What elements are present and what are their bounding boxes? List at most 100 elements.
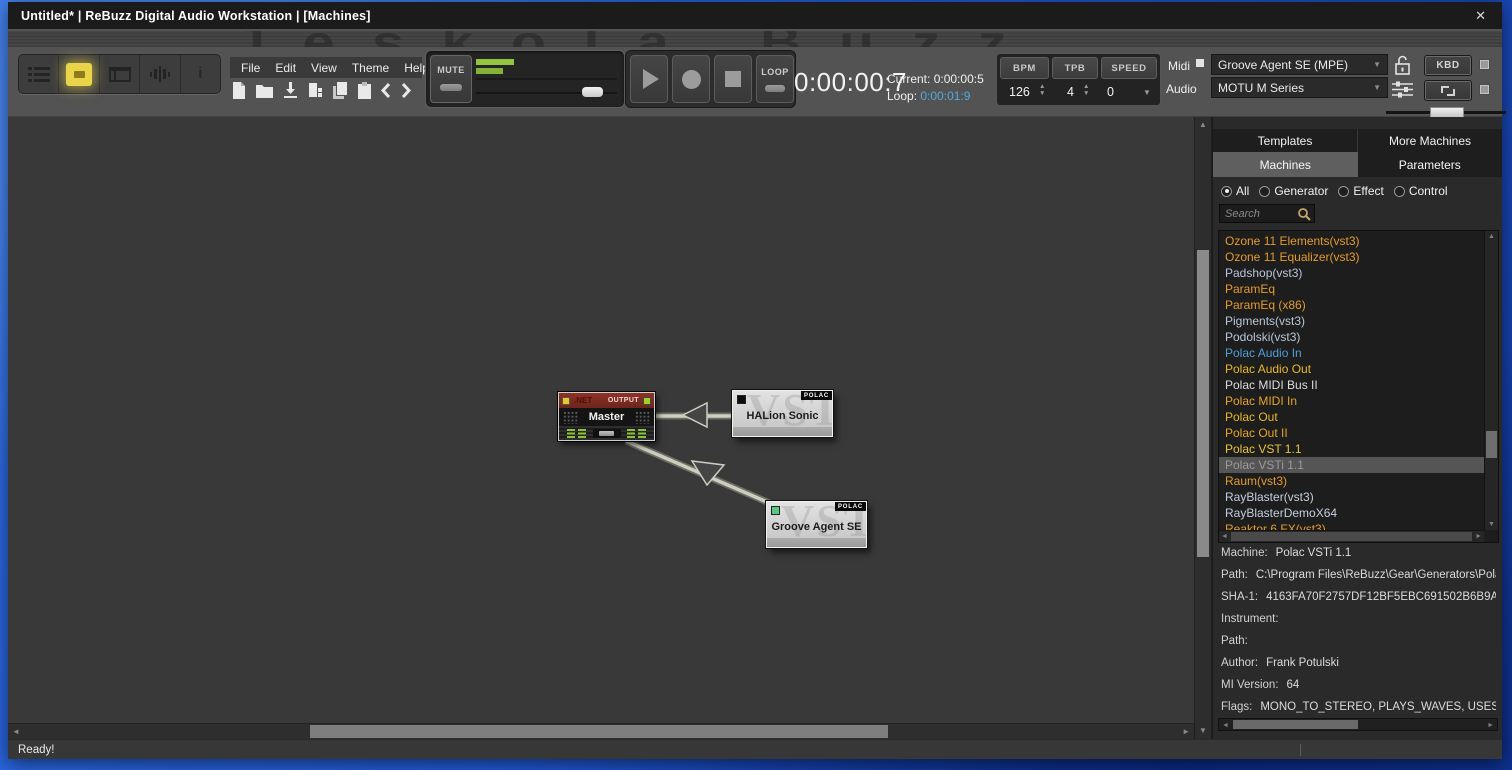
radio-icon: [1394, 186, 1405, 197]
bpm-value[interactable]: 126: [1009, 85, 1030, 99]
filter-radio[interactable]: Generator: [1259, 184, 1328, 198]
machine-list-item[interactable]: Polac Audio Out: [1219, 361, 1484, 377]
save-icon[interactable]: [283, 82, 298, 98]
bpm-stepper[interactable]: ▲▼: [1039, 84, 1045, 97]
canvas-vscroll-thumb[interactable]: [1197, 250, 1209, 557]
machine-list-item[interactable]: Pigments(vst3): [1219, 313, 1484, 329]
machine-node-halion[interactable]: VST POLAC HALion Sonic: [732, 390, 833, 437]
filter-radio[interactable]: Effect: [1338, 184, 1383, 198]
scroll-up-icon[interactable]: ▲: [1199, 117, 1207, 133]
panel-tab[interactable]: More Machines: [1358, 129, 1502, 152]
machine-list-item[interactable]: RayBlasterDemoX64: [1219, 505, 1484, 521]
scroll-up-icon[interactable]: ▲: [1488, 233, 1495, 240]
save-as-icon[interactable]: [308, 82, 323, 98]
master-volume-slider[interactable]: [593, 429, 621, 438]
machine-list-item[interactable]: Polac Out: [1219, 409, 1484, 425]
halion-bottom-strip: [733, 427, 832, 436]
info-view-button[interactable]: i: [181, 55, 220, 93]
scroll-right-icon[interactable]: ►: [1487, 722, 1494, 729]
record-button[interactable]: [672, 55, 710, 103]
scroll-right-icon[interactable]: ►: [1475, 533, 1482, 540]
machine-list-item[interactable]: Ozone 11 Equalizer(vst3): [1219, 249, 1484, 265]
canvas-horizontal-scrollbar[interactable]: ◄ ►: [8, 723, 1194, 739]
loop-button[interactable]: LOOP: [756, 55, 794, 103]
machine-list-item[interactable]: Polac MIDI In: [1219, 393, 1484, 409]
info-hscroll-thumb[interactable]: [1233, 720, 1358, 729]
machine-list-item[interactable]: ParamEq (x86): [1219, 297, 1484, 313]
search-icon[interactable]: [1297, 207, 1311, 221]
machine-list-item[interactable]: Polac Out II: [1219, 425, 1484, 441]
paste-icon[interactable]: [358, 82, 371, 99]
machine-list-vscroll-thumb[interactable]: [1486, 431, 1497, 458]
machine-list-item[interactable]: Padshop(vst3): [1219, 265, 1484, 281]
machine-node-groove-agent[interactable]: VST POLAC Groove Agent SE: [766, 501, 867, 548]
scroll-down-icon[interactable]: ▼: [1488, 521, 1495, 528]
machine-list-item[interactable]: Ozone 11 Elements(vst3): [1219, 233, 1484, 249]
mute-button[interactable]: MUTE: [430, 55, 472, 103]
panel-tab[interactable]: Machines: [1213, 152, 1358, 177]
volume-slider-thumb[interactable]: [582, 87, 603, 97]
machine-list-item[interactable]: Podolski(vst3): [1219, 329, 1484, 345]
info-label: SHA-1:: [1221, 591, 1258, 603]
sequencer-view-button[interactable]: [100, 55, 140, 93]
machine-view-button[interactable]: [59, 55, 99, 93]
scroll-left-icon[interactable]: ◄: [12, 724, 20, 740]
mixer-settings-icon[interactable]: [1392, 81, 1413, 98]
machine-list-item[interactable]: Polac Audio In: [1219, 345, 1484, 361]
machine-list-item[interactable]: RayBlaster(vst3): [1219, 489, 1484, 505]
speed-button[interactable]: SPEED: [1101, 57, 1157, 79]
menu-item[interactable]: Edit: [275, 61, 296, 75]
info-hscrollbar[interactable]: ◄ ►: [1218, 718, 1498, 731]
menu-item[interactable]: Theme: [352, 61, 389, 75]
expand-checkbox[interactable]: [1479, 84, 1490, 95]
tpb-button[interactable]: TPB: [1052, 57, 1098, 79]
kbd-button[interactable]: KBD: [1424, 55, 1472, 76]
panel-tab[interactable]: Templates: [1213, 129, 1358, 152]
machine-list-hscrollbar[interactable]: ◄ ►: [1219, 530, 1484, 542]
machine-list-item[interactable]: Polac VST 1.1: [1219, 441, 1484, 457]
scroll-left-icon[interactable]: ◄: [1221, 533, 1228, 540]
machine-canvas[interactable]: .NET OUTPUT Master: [8, 117, 1194, 723]
forward-icon[interactable]: [401, 83, 411, 98]
kbd-checkbox[interactable]: [1479, 59, 1490, 70]
back-icon[interactable]: [381, 83, 391, 98]
pattern-view-button[interactable]: [19, 55, 59, 93]
zoom-slider-track[interactable]: [1386, 111, 1506, 114]
filter-radio[interactable]: All: [1221, 184, 1249, 198]
stop-button[interactable]: [714, 55, 752, 103]
speed-dropdown-caret[interactable]: ▼: [1143, 88, 1151, 97]
expand-button[interactable]: [1424, 80, 1472, 101]
menu-item[interactable]: View: [311, 61, 337, 75]
midi-device-select[interactable]: Groove Agent SE (MPE) ▼: [1211, 54, 1388, 75]
canvas-vertical-scrollbar[interactable]: ▲ ▼: [1194, 117, 1212, 739]
play-button[interactable]: [630, 55, 668, 103]
panel-tab[interactable]: Parameters: [1358, 152, 1503, 177]
menu-item[interactable]: File: [241, 61, 260, 75]
machine-list-item[interactable]: Polac MIDI Bus II: [1219, 377, 1484, 393]
machine-list-item[interactable]: Raum(vst3): [1219, 473, 1484, 489]
machine-node-master[interactable]: .NET OUTPUT Master: [558, 392, 655, 441]
audio-device-select[interactable]: MOTU M Series ▼: [1211, 77, 1388, 98]
machine-list-item[interactable]: ParamEq: [1219, 281, 1484, 297]
scroll-left-icon[interactable]: ◄: [1222, 722, 1229, 729]
open-folder-icon[interactable]: [256, 83, 273, 98]
machine-list-item[interactable]: Reaktor 6 FX(vst3): [1219, 521, 1484, 530]
machine-list-hscroll-thumb[interactable]: [1231, 532, 1472, 541]
connection-arrow-halion[interactable]: [683, 403, 707, 427]
wave-view-button[interactable]: [140, 55, 180, 93]
scroll-right-icon[interactable]: ►: [1182, 724, 1190, 740]
new-file-icon[interactable]: [232, 82, 246, 99]
canvas-hscroll-thumb[interactable]: [310, 725, 888, 738]
close-icon[interactable]: ✕: [1475, 8, 1486, 24]
copy-icon[interactable]: [333, 82, 348, 99]
filter-radio[interactable]: Control: [1394, 184, 1448, 198]
tpb-value[interactable]: 4: [1067, 85, 1074, 99]
bpm-button[interactable]: BPM: [1000, 57, 1049, 79]
machine-list-item[interactable]: Polac VSTi 1.1: [1219, 457, 1484, 473]
tpb-stepper[interactable]: ▲▼: [1083, 84, 1089, 97]
unlock-icon[interactable]: [1394, 55, 1411, 76]
speed-value[interactable]: 0: [1107, 85, 1114, 99]
machine-list-vscrollbar[interactable]: ▲ ▼: [1484, 231, 1498, 530]
search-input[interactable]: [1220, 208, 1297, 220]
scroll-down-icon[interactable]: ▼: [1199, 723, 1207, 739]
